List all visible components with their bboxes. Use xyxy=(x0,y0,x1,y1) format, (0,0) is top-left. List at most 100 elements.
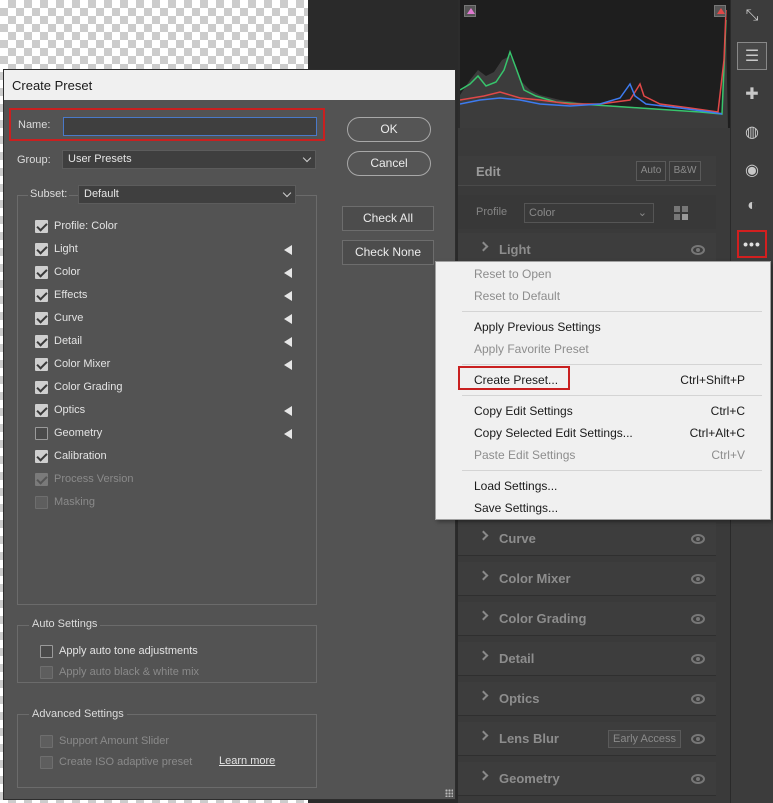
menu-apply-previous[interactable]: Apply Previous Settings xyxy=(474,320,601,334)
copy-edit-shortcut: Ctrl+C xyxy=(710,404,745,418)
menu-load-settings[interactable]: Load Settings... xyxy=(474,479,557,493)
section-label: Detail xyxy=(499,651,535,666)
amount-slider-label: Support Amount Slider xyxy=(59,735,170,747)
setting-row-detail[interactable]: Detail xyxy=(35,334,305,350)
setting-checkbox[interactable] xyxy=(35,243,48,256)
section-lens-blur[interactable]: Lens Blur Early Access xyxy=(458,722,716,756)
menu-create-preset[interactable]: Create Preset... xyxy=(474,373,558,387)
setting-row-effects[interactable]: Effects xyxy=(35,288,305,304)
setting-row-optics[interactable]: Optics xyxy=(35,403,305,419)
collapse-icon[interactable]: ⤡ xyxy=(737,2,767,30)
setting-checkbox[interactable] xyxy=(35,220,48,233)
name-label: Name: xyxy=(18,119,51,131)
eye-icon[interactable] xyxy=(691,654,705,664)
menu-separator xyxy=(462,364,762,365)
expand-triangle-icon[interactable] xyxy=(284,406,292,416)
menu-copy-selected[interactable]: Copy Selected Edit Settings... xyxy=(474,426,633,440)
setting-checkbox[interactable] xyxy=(35,266,48,279)
expand-triangle-icon[interactable] xyxy=(284,291,292,301)
highlight-clipping-toggle[interactable] xyxy=(714,5,726,17)
more-options-button[interactable]: ••• xyxy=(737,230,767,258)
expand-triangle-icon[interactable] xyxy=(284,429,292,439)
dialog-title: Create Preset xyxy=(4,70,455,100)
section-color-mixer[interactable]: Color Mixer xyxy=(458,562,716,596)
eye-icon[interactable] xyxy=(691,245,705,255)
create-preset-shortcut: Ctrl+Shift+P xyxy=(680,373,745,387)
setting-checkbox[interactable] xyxy=(35,312,48,325)
shadow-clipping-toggle[interactable] xyxy=(464,5,476,17)
setting-row-calibration[interactable]: Calibration xyxy=(35,449,305,465)
menu-paste-edit: Paste Edit Settings xyxy=(474,448,576,462)
black-white-button[interactable]: B&W xyxy=(669,161,701,181)
check-none-button[interactable]: Check None xyxy=(342,240,434,265)
setting-row-curve[interactable]: Curve xyxy=(35,311,305,327)
expand-triangle-icon[interactable] xyxy=(284,360,292,370)
setting-label: Color Grading xyxy=(54,381,123,393)
menu-apply-favorite: Apply Favorite Preset xyxy=(474,342,589,356)
expand-triangle-icon[interactable] xyxy=(284,314,292,324)
menu-save-settings[interactable]: Save Settings... xyxy=(474,501,558,515)
setting-checkbox[interactable] xyxy=(35,381,48,394)
edit-sliders-icon[interactable]: ☰ xyxy=(737,42,767,70)
setting-row-geometry[interactable]: Geometry xyxy=(35,426,305,442)
auto-button[interactable]: Auto xyxy=(636,161,666,181)
red-eye-icon[interactable]: ◉ xyxy=(737,156,767,184)
setting-checkbox[interactable] xyxy=(35,427,48,440)
more-dots-icon: ••• xyxy=(743,236,761,252)
resize-grip-icon[interactable] xyxy=(445,789,453,797)
setting-row-color[interactable]: Color xyxy=(35,265,305,281)
setting-checkbox[interactable] xyxy=(35,450,48,463)
chevron-right-icon xyxy=(478,241,489,252)
expand-triangle-icon[interactable] xyxy=(284,337,292,347)
auto-tone-checkbox-row[interactable]: Apply auto tone adjustments xyxy=(40,644,310,660)
copy-selected-shortcut: Ctrl+Alt+C xyxy=(689,426,745,440)
chevron-right-icon xyxy=(478,530,489,541)
expand-triangle-icon[interactable] xyxy=(284,245,292,255)
learn-more-link[interactable]: Learn more xyxy=(219,755,275,767)
check-all-button[interactable]: Check All xyxy=(342,206,434,231)
auto-tone-checkbox[interactable] xyxy=(40,645,53,658)
presets-icon[interactable]: ◐ xyxy=(737,192,767,220)
group-select[interactable]: User Presets xyxy=(62,150,316,169)
healing-bandage-icon[interactable]: ✚ xyxy=(737,80,767,108)
setting-checkbox xyxy=(35,473,48,486)
eye-icon[interactable] xyxy=(691,774,705,784)
subset-select[interactable]: Default xyxy=(78,185,296,204)
setting-label: Detail xyxy=(54,335,83,347)
group-value: User Presets xyxy=(68,153,132,165)
section-optics[interactable]: Optics xyxy=(458,682,716,716)
setting-row-profile-color[interactable]: Profile: Color xyxy=(35,219,305,235)
section-label: Geometry xyxy=(499,771,560,786)
masking-icon[interactable]: ◍ xyxy=(737,118,767,146)
section-detail[interactable]: Detail xyxy=(458,642,716,676)
setting-checkbox[interactable] xyxy=(35,335,48,348)
edit-header: Edit Auto B&W xyxy=(458,156,716,186)
profile-select[interactable]: Color ⌄ xyxy=(524,203,654,223)
setting-label: Optics xyxy=(54,404,86,416)
eye-icon[interactable] xyxy=(691,614,705,624)
cancel-button[interactable]: Cancel xyxy=(347,151,431,176)
eye-icon[interactable] xyxy=(691,694,705,704)
section-color-grading[interactable]: Color Grading xyxy=(458,602,716,636)
setting-checkbox[interactable] xyxy=(35,358,48,371)
eye-icon[interactable] xyxy=(691,734,705,744)
menu-copy-edit[interactable]: Copy Edit Settings xyxy=(474,404,573,418)
setting-checkbox[interactable] xyxy=(35,289,48,302)
menu-separator xyxy=(462,395,762,396)
eye-icon[interactable] xyxy=(691,574,705,584)
preset-name-input[interactable] xyxy=(63,117,317,136)
section-label: Color Mixer xyxy=(499,571,571,586)
eye-icon[interactable] xyxy=(691,534,705,544)
ok-button[interactable]: OK xyxy=(347,117,431,142)
setting-row-color-grading[interactable]: Color Grading xyxy=(35,380,305,396)
expand-triangle-icon[interactable] xyxy=(284,268,292,278)
setting-checkbox[interactable] xyxy=(35,404,48,417)
advanced-settings-group xyxy=(17,714,317,788)
setting-row-light[interactable]: Light xyxy=(35,242,305,258)
chevron-down-icon xyxy=(302,153,312,163)
profile-browser-icon[interactable] xyxy=(674,206,690,222)
highlight-clipping-icon xyxy=(717,8,725,14)
section-geometry[interactable]: Geometry xyxy=(458,762,716,796)
section-curve[interactable]: Curve xyxy=(458,522,716,556)
setting-row-color-mixer[interactable]: Color Mixer xyxy=(35,357,305,373)
